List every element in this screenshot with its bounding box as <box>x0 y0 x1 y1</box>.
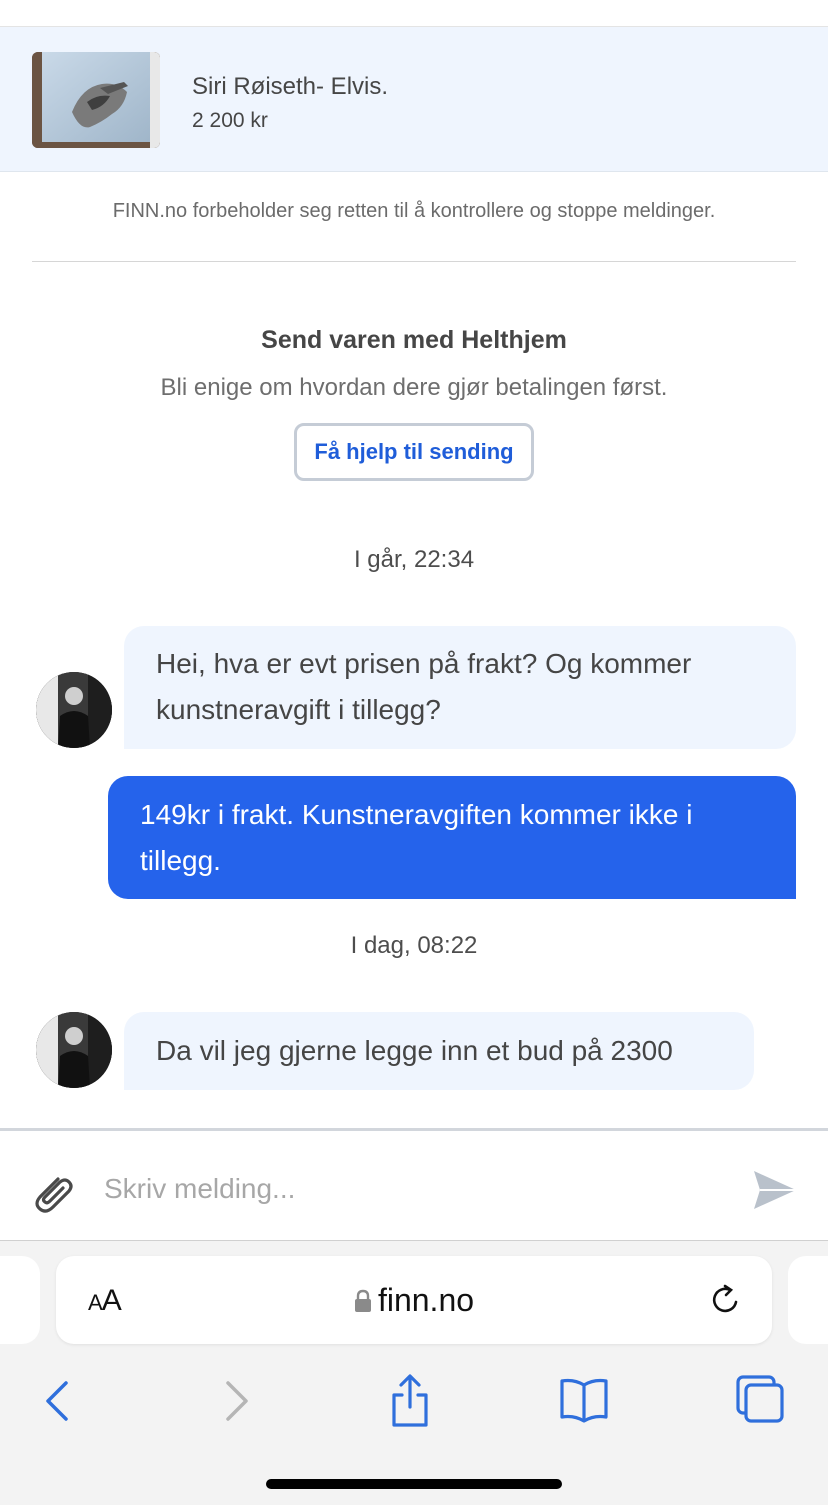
compose-bar <box>0 1128 828 1240</box>
chevron-right-icon[interactable] <box>206 1371 266 1431</box>
shipping-title: Send varen med Helthjem <box>261 326 567 354</box>
message-text: Da vil jeg gjerne legge inn et bud på 23… <box>156 1035 673 1066</box>
chevron-left-icon[interactable] <box>28 1371 88 1431</box>
listing-image[interactable] <box>32 52 160 148</box>
url-display[interactable]: finn.no <box>56 1282 772 1321</box>
message-timestamp: I dag, 08:22 <box>350 932 478 959</box>
shipping-subtitle: Bli enige om hvordan dere gjør betalinge… <box>160 374 668 401</box>
message-text: kunstneravgift i tillegg? <box>156 694 441 725</box>
address-bar[interactable]: AA finn.no <box>56 1256 772 1344</box>
book-icon[interactable] <box>554 1371 614 1431</box>
adjacent-tab[interactable] <box>0 1256 40 1344</box>
message-outgoing: 149kr i frakt. Kunstneravgiften kommer i… <box>108 776 796 899</box>
message-incoming: Hei, hva er evt prisen på frakt? Og komm… <box>124 626 796 749</box>
shipping-help-button[interactable]: Få hjelp til sending <box>294 423 534 481</box>
moderation-disclaimer: FINN.no forbeholder seg retten til å kon… <box>112 200 716 222</box>
lock-icon <box>354 1284 372 1321</box>
listing-price: 2 200 kr <box>192 109 268 132</box>
url-text: finn.no <box>377 1282 475 1318</box>
listing-title[interactable]: Siri Røiseth- Elvis. <box>192 73 388 101</box>
reload-icon[interactable] <box>708 1282 744 1318</box>
avatar[interactable] <box>36 672 112 748</box>
tabs-icon[interactable] <box>730 1371 790 1431</box>
adjacent-tab[interactable] <box>788 1256 828 1344</box>
paperclip-icon[interactable] <box>28 1167 76 1215</box>
message-input[interactable] <box>104 1163 724 1215</box>
message-timestamp: I går, 22:34 <box>353 546 475 573</box>
divider <box>32 261 796 262</box>
message-incoming: Da vil jeg gjerne legge inn et bud på 23… <box>124 1012 754 1090</box>
message-text: tillegg. <box>140 845 221 876</box>
message-text: Hei, hva er evt prisen på frakt? Og komm… <box>156 648 692 679</box>
paper-plane-icon[interactable] <box>750 1167 800 1213</box>
listing-header[interactable]: Siri Røiseth- Elvis. 2 200 kr <box>0 26 828 172</box>
share-icon[interactable] <box>380 1371 440 1431</box>
avatar[interactable] <box>36 1012 112 1088</box>
home-indicator[interactable] <box>266 1479 562 1489</box>
browser-toolbar: AA finn.no <box>0 1240 828 1505</box>
message-text: 149kr i frakt. Kunstneravgiften kommer i… <box>140 799 693 830</box>
